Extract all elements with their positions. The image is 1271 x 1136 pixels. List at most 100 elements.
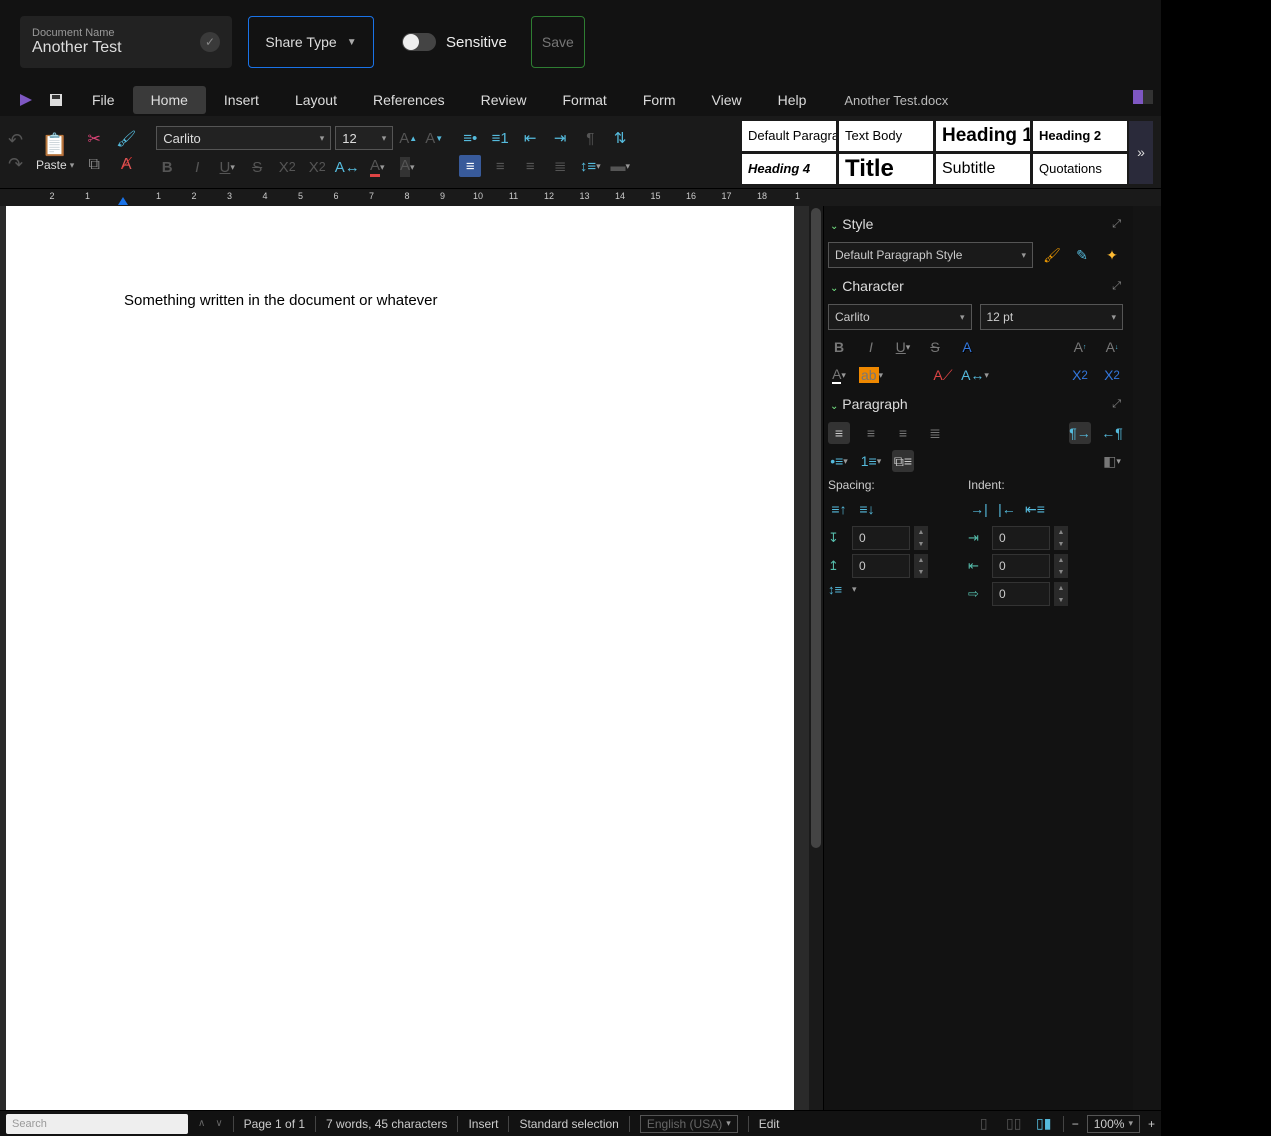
clear-format-icon[interactable]: A⟋ [932, 364, 954, 386]
sort-icon[interactable]: ⇅ [609, 127, 631, 149]
indent-icon[interactable]: ⇥ [549, 127, 571, 149]
menu-insert[interactable]: Insert [206, 86, 277, 114]
document-text[interactable]: Something written in the document or wha… [124, 292, 438, 309]
style-heading-1[interactable]: Heading 1 [936, 121, 1030, 151]
page-status[interactable]: Page 1 of 1 [244, 1117, 305, 1131]
align-left-icon[interactable]: ≡ [459, 155, 481, 177]
highlight-icon[interactable]: A▾ [396, 156, 418, 178]
outdent-icon[interactable]: ⇤ [519, 127, 541, 149]
zoom-in-icon[interactable]: + [1148, 1117, 1155, 1131]
clone-format-icon[interactable]: 🖌 [116, 130, 136, 148]
style-section-header[interactable]: ⌄ Style ⤢ [828, 212, 1123, 236]
first-line-indent-input[interactable]: 0 [992, 582, 1050, 606]
font-size-select[interactable]: 12▾ [335, 126, 393, 150]
menu-view[interactable]: View [694, 86, 760, 114]
menu-format[interactable]: Format [544, 86, 624, 114]
decrease-indent-icon[interactable]: |← [996, 498, 1018, 520]
bullet-list-icon[interactable]: ≡• [459, 127, 481, 149]
style-text-body[interactable]: Text Body [839, 121, 933, 151]
popout-icon[interactable]: ⤢ [1112, 218, 1121, 231]
space-before-dec-icon[interactable]: ≡↓ [856, 498, 878, 520]
character-section-header[interactable]: ⌄ Character ⤢ [828, 274, 1123, 298]
save-button[interactable]: Save [531, 16, 585, 68]
italic-icon[interactable]: I [860, 336, 882, 358]
highlight-icon[interactable]: ab▾ [860, 364, 882, 386]
single-page-icon[interactable]: ▯ [973, 1113, 995, 1135]
spinner-buttons[interactable]: ▲▼ [1054, 582, 1068, 606]
bold-icon[interactable]: B [156, 156, 178, 178]
vertical-scrollbar[interactable] [809, 206, 823, 1110]
subscript-icon[interactable]: X2 [276, 156, 298, 178]
redo-icon[interactable]: ↷ [8, 154, 28, 174]
edit-style-icon[interactable]: ✎ [1071, 244, 1093, 266]
paste-button[interactable]: 📋 Paste▾ [36, 132, 74, 172]
space-before-inc-icon[interactable]: ≡↑ [828, 498, 850, 520]
line-spacing-icon[interactable]: ↕≡▾ [579, 155, 601, 177]
document-name-box[interactable]: Document Name Another Test ✓ [20, 16, 232, 68]
panel-toggle-icon[interactable] [1133, 90, 1153, 110]
menu-references[interactable]: References [355, 86, 463, 114]
style-title[interactable]: Title [839, 154, 933, 184]
shrink-font-icon[interactable]: A▼ [423, 127, 445, 149]
superscript-icon[interactable]: X2 [1069, 364, 1091, 386]
style-subtitle[interactable]: Subtitle [936, 154, 1030, 184]
subscript-icon[interactable]: X2 [1101, 364, 1123, 386]
space-above-input[interactable]: 0 [852, 526, 910, 550]
find-next-icon[interactable]: ∨ [215, 1118, 222, 1129]
underline-icon[interactable]: U▾ [892, 336, 914, 358]
outline-icon[interactable]: ⧉≡ [892, 450, 914, 472]
horizontal-ruler[interactable]: 211234567891011121314151617181 [0, 188, 1161, 206]
bold-icon[interactable]: B [828, 336, 850, 358]
sensitive-toggle[interactable] [402, 33, 436, 51]
undo-icon[interactable]: ↶ [8, 130, 28, 150]
number-list-icon[interactable]: ≡1 [489, 127, 511, 149]
background-color-icon[interactable]: ◧▾ [1101, 450, 1123, 472]
spinner-buttons[interactable]: ▲▼ [914, 554, 928, 578]
strikethrough-icon[interactable]: S [924, 336, 946, 358]
strikethrough-icon[interactable]: S [246, 156, 268, 178]
copy-icon[interactable]: ⧉ [84, 156, 104, 174]
find-prev-icon[interactable]: ∧ [198, 1118, 205, 1129]
align-center-icon[interactable]: ≡ [860, 422, 882, 444]
save-icon[interactable] [48, 92, 64, 108]
selection-mode[interactable]: Standard selection [519, 1117, 618, 1131]
font-color-icon[interactable]: A▾ [828, 364, 850, 386]
style-quotations[interactable]: Quotations [1033, 154, 1127, 184]
indent-marker-icon[interactable] [118, 197, 128, 205]
update-style-icon[interactable]: 🖌 [1041, 244, 1063, 266]
menu-form[interactable]: Form [625, 86, 694, 114]
space-below-input[interactable]: 0 [852, 554, 910, 578]
increase-indent-icon[interactable]: →| [968, 498, 990, 520]
grow-font-icon[interactable]: A↑ [1069, 336, 1091, 358]
hanging-indent-icon[interactable]: ⇤≡ [1024, 498, 1046, 520]
italic-icon[interactable]: I [186, 156, 208, 178]
spinner-buttons[interactable]: ▲▼ [1054, 526, 1068, 550]
insert-mode[interactable]: Insert [468, 1117, 498, 1131]
bullet-list-icon[interactable]: •≡▾ [828, 450, 850, 472]
superscript-icon[interactable]: X2 [306, 156, 328, 178]
search-input[interactable]: Search [6, 1114, 188, 1134]
cut-icon[interactable]: ✂ [84, 130, 104, 148]
char-spacing-icon[interactable]: A↔▾ [964, 364, 986, 386]
menu-home[interactable]: Home [133, 86, 206, 114]
align-justify-icon[interactable]: ≣ [549, 155, 571, 177]
shrink-font-icon[interactable]: A↓ [1101, 336, 1123, 358]
spinner-buttons[interactable]: ▲▼ [914, 526, 928, 550]
zoom-select[interactable]: 100%▾ [1087, 1115, 1140, 1133]
style-default-paragraph-style[interactable]: Default Paragraph Style [742, 121, 836, 151]
number-list-icon[interactable]: 1≡▾ [860, 450, 882, 472]
zoom-out-icon[interactable]: − [1072, 1117, 1079, 1131]
align-center-icon[interactable]: ≡ [489, 155, 511, 177]
more-styles-button[interactable]: » [1129, 121, 1153, 184]
grow-font-icon[interactable]: A▲ [397, 127, 419, 149]
char-size-select[interactable]: 12 pt▾ [980, 304, 1124, 330]
sidebar-tab-strip[interactable] [1133, 206, 1161, 1110]
align-right-icon[interactable]: ≡ [892, 422, 914, 444]
menu-review[interactable]: Review [463, 86, 545, 114]
paragraph-section-header[interactable]: ⌄ Paragraph ⤢ [828, 392, 1123, 416]
confirm-icon[interactable]: ✓ [200, 32, 220, 52]
font-name-select[interactable]: Carlito▾ [156, 126, 331, 150]
menu-help[interactable]: Help [760, 86, 825, 114]
new-style-icon[interactable]: ✦ [1101, 244, 1123, 266]
language-select[interactable]: English (USA)▾ [640, 1115, 738, 1133]
